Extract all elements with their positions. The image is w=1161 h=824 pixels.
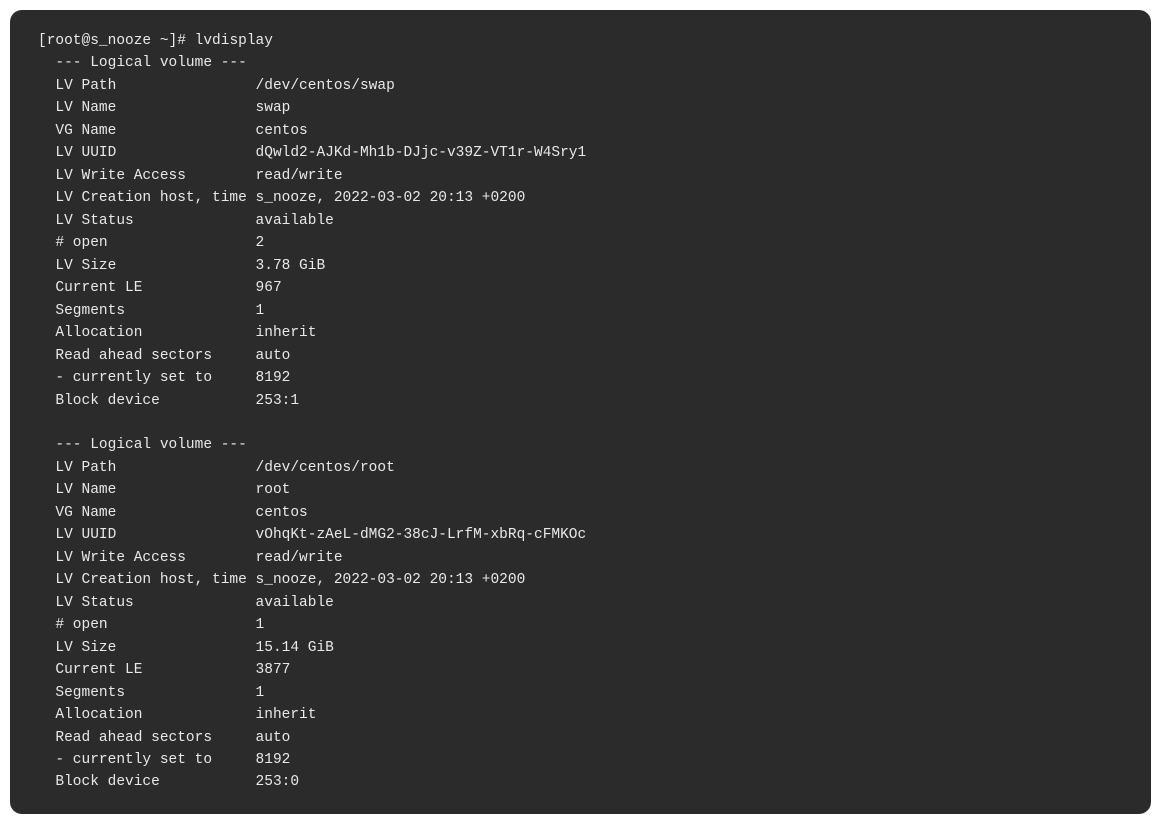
field-value: read/write: [256, 550, 343, 566]
field-label: LV Creation host, time: [38, 190, 256, 206]
field-label: LV Name: [38, 100, 256, 116]
field-label: - currently set to: [38, 752, 256, 768]
field-row: LV Size 3.78 GiB: [38, 255, 1123, 277]
field-label: LV Name: [38, 482, 256, 498]
field-value: centos: [256, 505, 308, 521]
field-label: Read ahead sectors: [38, 730, 256, 746]
field-value: /dev/centos/swap: [256, 78, 395, 94]
terminal-output: [root@s_nooze ~]# lvdisplay --- Logical …: [10, 10, 1151, 814]
field-row: LV Status available: [38, 592, 1123, 614]
field-row: LV Path /dev/centos/swap: [38, 75, 1123, 97]
field-label: LV Status: [38, 595, 256, 611]
field-label: LV Path: [38, 78, 256, 94]
field-label: LV Status: [38, 213, 256, 229]
field-label: Allocation: [38, 707, 256, 723]
field-label: Current LE: [38, 280, 256, 296]
field-row: Current LE 3877: [38, 659, 1123, 681]
field-value: swap: [256, 100, 291, 116]
field-row: LV UUID vOhqKt-zAeL-dMG2-38cJ-LrfM-xbRq-…: [38, 524, 1123, 546]
field-label: Block device: [38, 774, 256, 790]
field-value: inherit: [256, 325, 317, 341]
field-row: VG Name centos: [38, 502, 1123, 524]
field-value: s_nooze, 2022-03-02 20:13 +0200: [256, 190, 526, 206]
field-row: - currently set to 8192: [38, 367, 1123, 389]
field-value: 1: [256, 303, 265, 319]
field-label: LV UUID: [38, 145, 256, 161]
field-value: 253:0: [256, 774, 300, 790]
field-row: LV Name swap: [38, 97, 1123, 119]
field-row: LV Name root: [38, 479, 1123, 501]
blank-line: [38, 412, 1123, 434]
volume-header: --- Logical volume ---: [38, 52, 1123, 74]
field-value: 253:1: [256, 393, 300, 409]
field-label: - currently set to: [38, 370, 256, 386]
field-row: LV Path /dev/centos/root: [38, 457, 1123, 479]
field-value: read/write: [256, 168, 343, 184]
field-row: Block device 253:1: [38, 390, 1123, 412]
field-value: available: [256, 213, 334, 229]
field-value: 2: [256, 235, 265, 251]
field-value: inherit: [256, 707, 317, 723]
field-row: Allocation inherit: [38, 322, 1123, 344]
field-row: Segments 1: [38, 300, 1123, 322]
field-row: Read ahead sectors auto: [38, 727, 1123, 749]
field-label: Allocation: [38, 325, 256, 341]
field-label: Block device: [38, 393, 256, 409]
field-label: LV Path: [38, 460, 256, 476]
field-row: VG Name centos: [38, 120, 1123, 142]
shell-prompt: [root@s_nooze ~]#: [38, 33, 195, 49]
field-value: centos: [256, 123, 308, 139]
field-label: Segments: [38, 303, 256, 319]
field-value: 8192: [256, 370, 291, 386]
field-row: LV Creation host, time s_nooze, 2022-03-…: [38, 569, 1123, 591]
field-value: 1: [256, 685, 265, 701]
field-label: VG Name: [38, 505, 256, 521]
field-row: Segments 1: [38, 682, 1123, 704]
field-label: LV Write Access: [38, 550, 256, 566]
field-row: LV Size 15.14 GiB: [38, 637, 1123, 659]
field-label: VG Name: [38, 123, 256, 139]
field-label: LV Creation host, time: [38, 572, 256, 588]
field-value: auto: [256, 348, 291, 364]
field-row: Allocation inherit: [38, 704, 1123, 726]
field-value: 1: [256, 617, 265, 633]
field-label: LV Size: [38, 640, 256, 656]
field-value: vOhqKt-zAeL-dMG2-38cJ-LrfM-xbRq-cFMKOc: [256, 527, 587, 543]
field-label: LV UUID: [38, 527, 256, 543]
field-value: available: [256, 595, 334, 611]
field-value: dQwld2-AJKd-Mh1b-DJjc-v39Z-VT1r-W4Sry1: [256, 145, 587, 161]
field-value: 8192: [256, 752, 291, 768]
field-label: Current LE: [38, 662, 256, 678]
field-label: # open: [38, 617, 256, 633]
field-value: 3877: [256, 662, 291, 678]
field-value: root: [256, 482, 291, 498]
field-row: LV Status available: [38, 210, 1123, 232]
field-row: LV Write Access read/write: [38, 165, 1123, 187]
field-label: Segments: [38, 685, 256, 701]
field-label: LV Write Access: [38, 168, 256, 184]
field-value: /dev/centos/root: [256, 460, 395, 476]
field-row: LV Write Access read/write: [38, 547, 1123, 569]
field-row: Current LE 967: [38, 277, 1123, 299]
field-row: Read ahead sectors auto: [38, 345, 1123, 367]
field-row: LV Creation host, time s_nooze, 2022-03-…: [38, 187, 1123, 209]
field-row: Block device 253:0: [38, 771, 1123, 793]
field-value: auto: [256, 730, 291, 746]
field-row: # open 1: [38, 614, 1123, 636]
field-value: 967: [256, 280, 282, 296]
field-value: 3.78 GiB: [256, 258, 326, 274]
command-text: lvdisplay: [195, 33, 273, 49]
field-value: s_nooze, 2022-03-02 20:13 +0200: [256, 572, 526, 588]
volume-header: --- Logical volume ---: [38, 434, 1123, 456]
field-label: # open: [38, 235, 256, 251]
field-row: - currently set to 8192: [38, 749, 1123, 771]
field-row: LV UUID dQwld2-AJKd-Mh1b-DJjc-v39Z-VT1r-…: [38, 142, 1123, 164]
field-label: LV Size: [38, 258, 256, 274]
field-row: # open 2: [38, 232, 1123, 254]
prompt-line: [root@s_nooze ~]# lvdisplay: [38, 30, 1123, 52]
field-value: 15.14 GiB: [256, 640, 334, 656]
field-label: Read ahead sectors: [38, 348, 256, 364]
